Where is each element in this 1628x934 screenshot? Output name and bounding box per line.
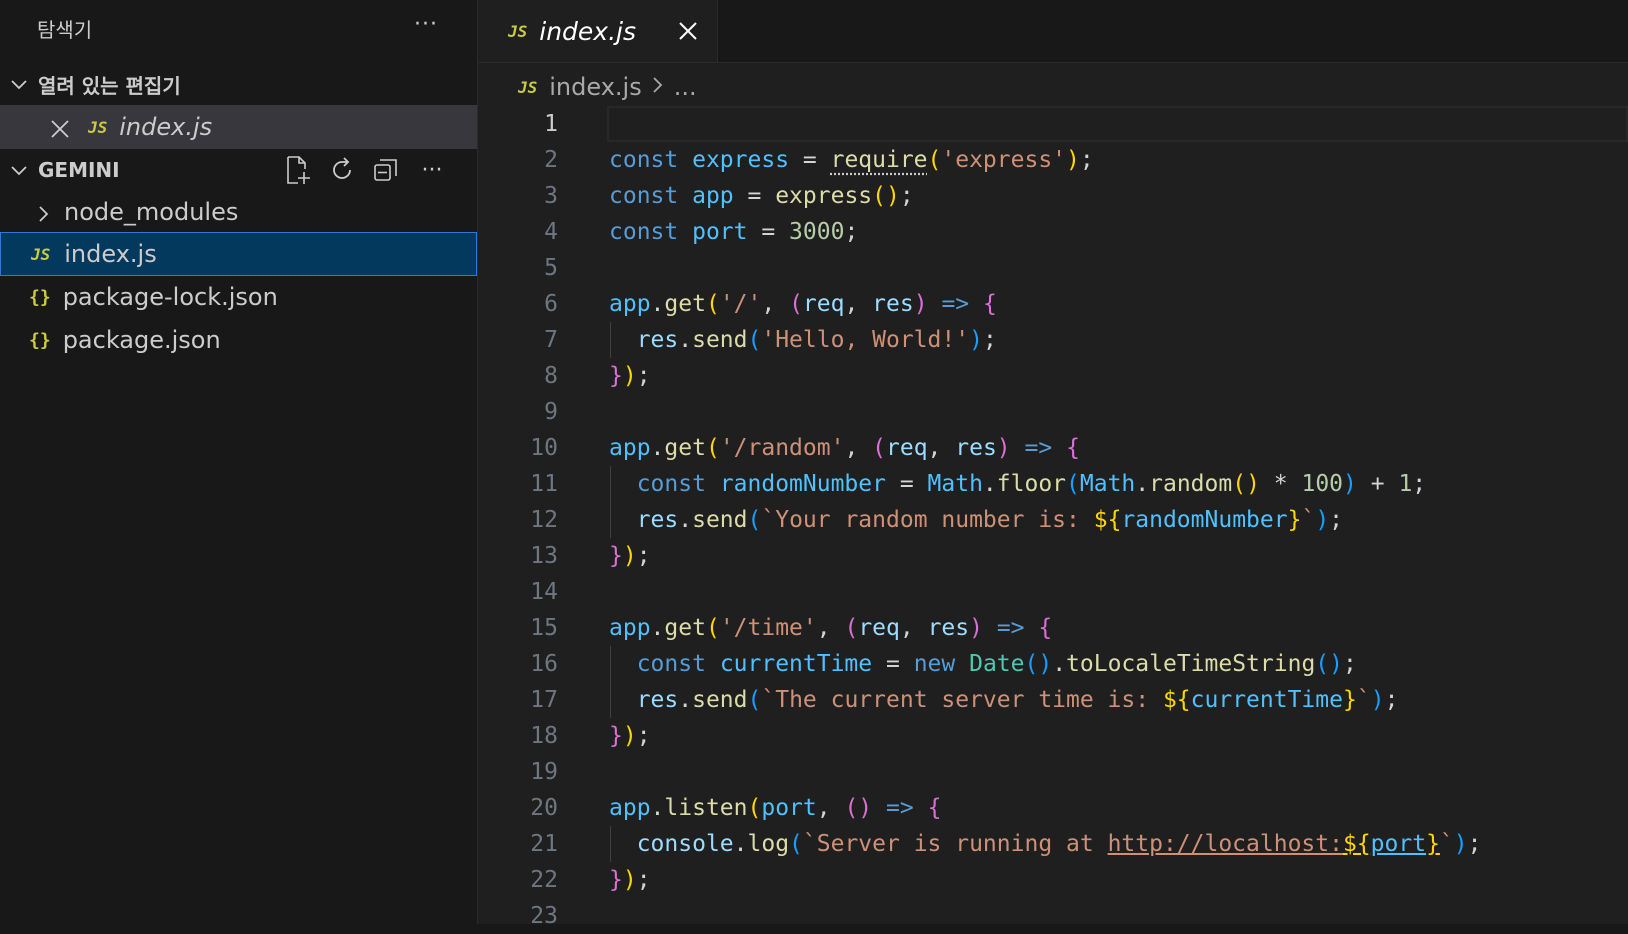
breadcrumb: JS index.js ... [518, 70, 697, 104]
tree-item-label: package-lock.json [62, 283, 278, 311]
json-file-icon: {} [29, 286, 51, 308]
line-number: 10 [530, 435, 558, 461]
indent-guide [610, 322, 611, 358]
line-number: 23 [530, 903, 558, 929]
folder-toolbar: ··· [283, 148, 449, 192]
indent-guide [610, 502, 611, 538]
tab-index-js[interactable]: JS index.js [478, 0, 718, 62]
line-number: 9 [544, 399, 558, 425]
line-number: 13 [530, 543, 558, 569]
explorer-more-icon[interactable]: ··· [414, 12, 438, 37]
tree-item-label: package.json [62, 326, 221, 354]
code-line[interactable]: const randomNumber = Math.floor(Math.ran… [609, 466, 1628, 502]
line-number: 16 [530, 651, 558, 677]
indent-guide [610, 682, 611, 718]
line-number: 22 [530, 867, 558, 893]
line-number: 19 [530, 759, 558, 785]
code-line[interactable]: app.get('/time', (req, res) => { [609, 610, 1628, 646]
code-text-area[interactable]: const express = require('express'); cons… [607, 106, 1628, 934]
code-link[interactable]: http://localhost: [1108, 831, 1343, 857]
tree-item-label: index.js [64, 240, 157, 268]
folder-more-icon[interactable]: ··· [415, 155, 449, 185]
code-line[interactable]: res.send(`Your random number is: ${rando… [609, 502, 1628, 538]
code-line[interactable]: app.get('/', (req, res) => { [609, 286, 1628, 322]
tree-item-package-lock-json[interactable]: {} package-lock.json [0, 275, 477, 319]
collapse-all-icon[interactable] [371, 155, 401, 185]
open-editor-label: index.js [119, 113, 213, 141]
code-line[interactable]: const port = 3000; [609, 214, 1628, 250]
line-number: 15 [530, 615, 558, 641]
open-editors-label: 열려 있는 편집기 [38, 73, 181, 98]
line-number: 3 [544, 183, 558, 209]
breadcrumb-file[interactable]: index.js [549, 73, 641, 101]
code-line[interactable] [609, 754, 1628, 790]
editor-area: JS index.js JS index.js ... 1 2 3 4 5 6 … [478, 0, 1628, 929]
indent-guide [610, 826, 611, 862]
code-line[interactable]: res.send('Hello, World!'); [609, 322, 1628, 358]
code-line[interactable] [609, 394, 1628, 430]
code-line[interactable]: }); [609, 862, 1628, 898]
code-line[interactable]: const currentTime = new Date().toLocaleT… [609, 646, 1628, 682]
line-number: 17 [530, 687, 558, 713]
code-line[interactable]: const app = express(); [609, 178, 1628, 214]
code-line-current[interactable] [607, 106, 1628, 142]
tree-item-node-modules[interactable]: node_modules [0, 190, 477, 234]
indent-guide [610, 646, 611, 682]
code-line[interactable]: }); [609, 718, 1628, 754]
open-editor-item[interactable]: JS index.js [0, 105, 477, 149]
code-line[interactable] [609, 574, 1628, 610]
line-number: 11 [530, 471, 558, 497]
code-line[interactable]: app.get('/random', (req, res) => { [609, 430, 1628, 466]
breadcrumb-symbols[interactable]: ... [674, 73, 697, 101]
line-number: 20 [530, 795, 558, 821]
code-line[interactable]: app.listen(port, () => { [609, 790, 1628, 826]
line-number: 12 [530, 507, 558, 533]
close-icon[interactable] [50, 117, 70, 138]
indent-guide [610, 466, 611, 502]
explorer-title: 탐색기 [37, 18, 93, 42]
js-file-icon: JS [518, 77, 538, 97]
tab-bar: JS index.js [478, 0, 1628, 63]
line-number: 5 [544, 255, 558, 281]
tree-item-label: node_modules [64, 198, 239, 226]
line-number: 18 [530, 723, 558, 749]
code-line[interactable]: console.log(`Server is running at http:/… [609, 826, 1628, 862]
js-file-icon: JS [508, 21, 528, 41]
chevron-right-icon [652, 75, 664, 100]
line-number-gutter: 1 2 3 4 5 6 7 8 9 10 11 12 13 14 15 16 1… [478, 106, 558, 934]
tab-label: index.js [539, 16, 637, 46]
code-line[interactable]: }); [609, 358, 1628, 394]
close-icon[interactable] [674, 17, 702, 45]
line-number: 4 [544, 219, 558, 245]
open-editors-header[interactable]: 열려 있는 편집기 [0, 62, 477, 106]
line-number: 8 [544, 363, 558, 389]
code-line[interactable] [609, 898, 1628, 934]
code-line[interactable]: const express = require('express'); [609, 142, 1628, 178]
folder-header-gemini[interactable]: GEMINI ··· [0, 148, 477, 192]
line-number: 7 [544, 327, 558, 353]
code-line[interactable]: res.send(`The current server time is: ${… [609, 682, 1628, 718]
new-file-icon[interactable] [283, 155, 313, 185]
js-file-icon: JS [88, 117, 108, 137]
explorer-sidebar: 탐색기 ··· 열려 있는 편집기 JS index.js GEMINI ···… [0, 0, 478, 924]
code-line[interactable]: }); [609, 538, 1628, 574]
line-number: 1 [544, 111, 558, 137]
folder-label: GEMINI [38, 158, 120, 182]
line-number: 14 [530, 579, 558, 605]
chevron-down-icon [10, 76, 27, 92]
line-number: 6 [544, 291, 558, 317]
chevron-right-icon [36, 202, 52, 222]
json-file-icon: {} [29, 329, 51, 351]
refresh-icon[interactable] [327, 155, 357, 185]
tree-item-index-js[interactable]: JS index.js [0, 232, 477, 276]
chevron-down-icon [10, 162, 27, 178]
js-file-icon: JS [31, 244, 51, 264]
line-number: 2 [544, 147, 558, 173]
line-number: 21 [530, 831, 558, 857]
tree-item-package-json[interactable]: {} package.json [0, 318, 477, 362]
code-line[interactable] [609, 250, 1628, 286]
